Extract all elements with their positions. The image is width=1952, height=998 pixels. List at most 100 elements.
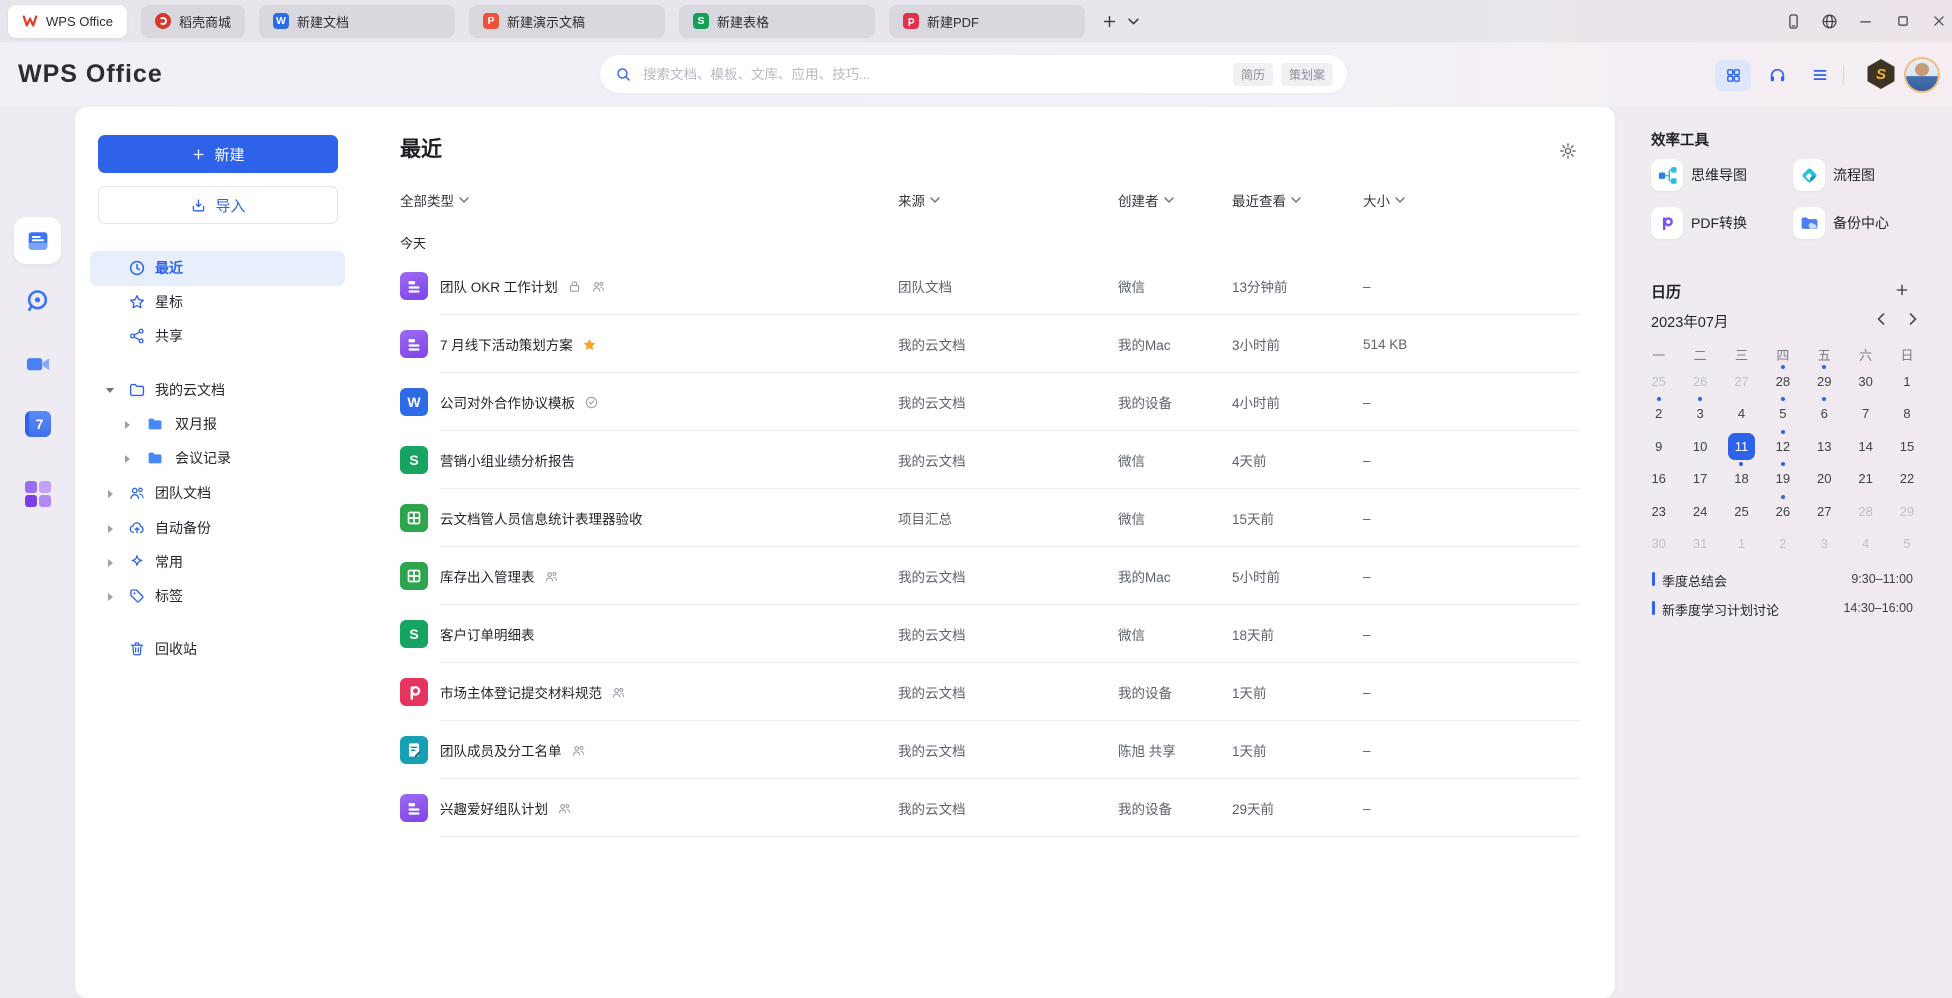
filter-source[interactable]: 来源	[898, 190, 940, 210]
calendar-prev-button[interactable]	[1873, 311, 1889, 327]
sidebar-item-recycle-bin[interactable]: 回收站	[90, 632, 345, 667]
tool-mindmap-label[interactable]: 思维导图	[1691, 159, 1747, 191]
table-row[interactable]: W 公司对外合作协议模板 我的云文档 我的设备 4小时前 –	[400, 373, 1580, 431]
sidebar-item-team-docs[interactable]: 团队文档	[90, 476, 345, 511]
table-row[interactable]: S 客户订单明细表 我的云文档 微信 18天前 –	[400, 605, 1580, 663]
filter-all-types[interactable]: 全部类型	[400, 190, 469, 210]
tool-pdf-convert[interactable]	[1651, 207, 1683, 239]
calendar-day[interactable]: 9	[1645, 433, 1672, 460]
calendar-day[interactable]: 24	[1687, 498, 1714, 525]
calendar-day[interactable]: 15	[1894, 433, 1921, 460]
tab-new-spreadsheet[interactable]: S 新建表格	[679, 5, 875, 38]
search-suggestion-proposal[interactable]: 策划案	[1281, 63, 1333, 86]
calendar-day[interactable]: 3	[1811, 530, 1838, 557]
calendar-day[interactable]: 13	[1811, 433, 1838, 460]
avatar[interactable]	[1904, 57, 1940, 93]
calendar-day[interactable]: 30	[1852, 368, 1879, 395]
calendar-day[interactable]: 20	[1811, 465, 1838, 492]
calendar-day[interactable]: 2	[1769, 530, 1796, 557]
calendar-day[interactable]: 28	[1769, 368, 1796, 395]
calendar-day[interactable]: 18	[1728, 465, 1755, 492]
chevron-right-icon[interactable]	[108, 490, 113, 498]
calendar-day[interactable]: 2	[1645, 400, 1672, 427]
rail-item-documents[interactable]	[14, 217, 61, 264]
rail-item-calendar[interactable]: 7	[0, 411, 75, 437]
apps-grid-icon[interactable]	[1725, 67, 1742, 84]
calendar-day[interactable]: 23	[1645, 498, 1672, 525]
search-input[interactable]	[641, 66, 1233, 83]
tab-list-chevron-icon[interactable]	[1125, 12, 1143, 30]
network-globe-icon[interactable]	[1817, 9, 1841, 33]
calendar-day[interactable]: 21	[1852, 465, 1879, 492]
rail-item-meetings[interactable]	[0, 350, 75, 378]
chevron-right-icon[interactable]	[108, 525, 113, 533]
new-document-button[interactable]: 新建	[98, 135, 338, 173]
calendar-day[interactable]: 16	[1645, 465, 1672, 492]
filter-creator[interactable]: 创建者	[1118, 190, 1174, 210]
calendar-day[interactable]: 26	[1687, 368, 1714, 395]
calendar-day[interactable]: 29	[1811, 368, 1838, 395]
calendar-day[interactable]: 1	[1728, 530, 1755, 557]
sidebar-item-frequent[interactable]: 常用	[90, 545, 345, 580]
calendar-day[interactable]: 11	[1728, 433, 1755, 460]
close-button[interactable]	[1927, 9, 1951, 33]
menu-icon[interactable]	[1805, 60, 1835, 90]
calendar-event[interactable]: 新季度学习计划讨论 14:30–16:00	[1652, 598, 1913, 618]
table-row[interactable]: 库存出入管理表 我的云文档 我的Mac 5小时前 –	[400, 547, 1580, 605]
import-button[interactable]: 导入	[98, 186, 338, 224]
calendar-day[interactable]: 12	[1769, 433, 1796, 460]
sidebar-item-auto-backup[interactable]: 自动备份	[90, 511, 345, 546]
gear-icon[interactable]	[1558, 141, 1578, 161]
chevron-right-icon[interactable]	[108, 559, 113, 567]
table-row[interactable]: 兴趣爱好组队计划 我的云文档 我的设备 29天前 –	[400, 779, 1580, 837]
global-search-bar[interactable]: 简历 策划案	[600, 55, 1347, 93]
calendar-day[interactable]: 8	[1894, 400, 1921, 427]
rail-item-messages[interactable]	[0, 287, 75, 314]
calendar-day[interactable]: 22	[1894, 465, 1921, 492]
table-row[interactable]: 7 月线下活动策划方案 我的云文档 我的Mac 3小时前 514 KB	[400, 315, 1580, 373]
calendar-day[interactable]: 6	[1811, 400, 1838, 427]
calendar-day[interactable]: 5	[1769, 400, 1796, 427]
calendar-day[interactable]: 28	[1852, 498, 1879, 525]
tool-backup-center[interactable]	[1793, 207, 1825, 239]
calendar-day[interactable]: 30	[1645, 530, 1672, 557]
tool-flowchart-label[interactable]: 流程图	[1833, 159, 1875, 191]
calendar-day[interactable]: 17	[1687, 465, 1714, 492]
calendar-day[interactable]: 27	[1728, 368, 1755, 395]
headset-support-icon[interactable]	[1762, 60, 1792, 90]
calendar-next-button[interactable]	[1905, 311, 1921, 327]
calendar-day[interactable]: 1	[1894, 368, 1921, 395]
rail-item-apps[interactable]	[0, 481, 75, 507]
calendar-day[interactable]: 5	[1894, 530, 1921, 557]
calendar-day[interactable]: 4	[1852, 530, 1879, 557]
calendar-day[interactable]: 14	[1852, 433, 1879, 460]
filter-size[interactable]: 大小	[1363, 190, 1405, 210]
calendar-day[interactable]: 25	[1645, 368, 1672, 395]
table-row[interactable]: 团队成员及分工名单 我的云文档 陈旭 共享 1天前 –	[400, 721, 1580, 779]
add-event-button[interactable]	[1891, 279, 1913, 301]
tab-new-presentation[interactable]: P 新建演示文稿	[469, 5, 665, 38]
search-suggestion-resume[interactable]: 简历	[1233, 63, 1273, 86]
sidebar-item-starred[interactable]: 星标	[90, 285, 345, 320]
tool-flowchart[interactable]	[1793, 159, 1825, 191]
new-tab-button[interactable]	[1097, 8, 1123, 34]
filter-last-viewed[interactable]: 最近查看	[1232, 190, 1301, 210]
tool-backup-center-label[interactable]: 备份中心	[1833, 207, 1889, 239]
table-row[interactable]: 云文档管人员信息统计表理器验收 项目汇总 微信 15天前 –	[400, 489, 1580, 547]
calendar-day[interactable]: 27	[1811, 498, 1838, 525]
calendar-day[interactable]: 26	[1769, 498, 1796, 525]
chevron-right-icon[interactable]	[108, 593, 113, 601]
tab-new-pdf[interactable]: 新建PDF	[889, 5, 1085, 38]
tool-mindmap[interactable]	[1651, 159, 1683, 191]
tab-wps-office-home[interactable]: WPS Office	[8, 5, 127, 38]
calendar-day[interactable]: 3	[1687, 400, 1714, 427]
calendar-day[interactable]: 31	[1687, 530, 1714, 557]
sidebar-item-tags[interactable]: 标签	[90, 579, 345, 614]
calendar-day[interactable]: 4	[1728, 400, 1755, 427]
chevron-right-icon[interactable]	[125, 421, 130, 429]
sidebar-item-my-cloud-docs[interactable]: 我的云文档	[90, 373, 345, 408]
tab-docer-store[interactable]: 稻壳商城	[141, 5, 245, 38]
table-row[interactable]: 市场主体登记提交材料规范 我的云文档 我的设备 1天前 –	[400, 663, 1580, 721]
mobile-connect-icon[interactable]	[1781, 9, 1805, 33]
calendar-day[interactable]: 29	[1894, 498, 1921, 525]
